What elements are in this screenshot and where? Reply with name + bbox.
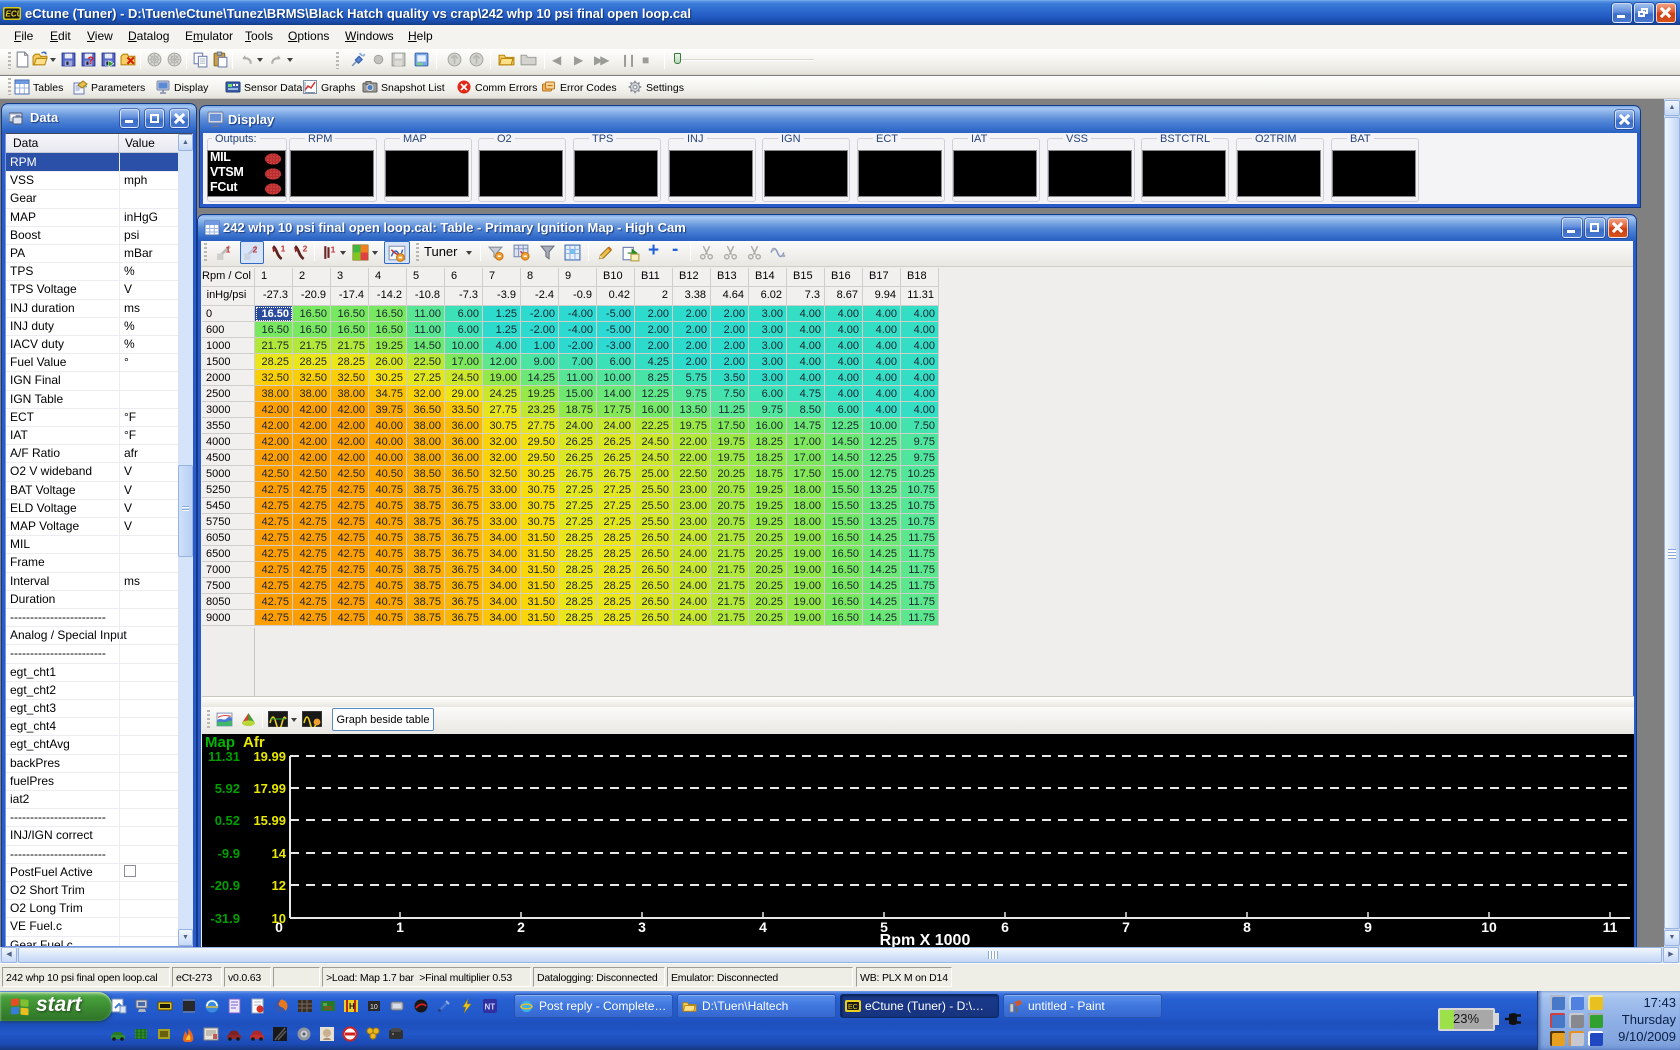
svg-text:4: 4: [759, 919, 767, 935]
svg-text:1: 1: [396, 919, 404, 935]
svg-text:-31.9: -31.9: [210, 911, 240, 926]
svg-text:9: 9: [1364, 919, 1372, 935]
svg-text:7: 7: [1122, 919, 1130, 935]
svg-text:NT: NT: [485, 1003, 496, 1012]
svg-text:300: 300: [324, 1006, 333, 1012]
svg-text:-20.9: -20.9: [210, 878, 240, 893]
svg-text:5.92: 5.92: [215, 781, 240, 796]
svg-text:1: 1: [331, 245, 336, 255]
svg-text:2: 2: [303, 244, 308, 253]
svg-text:3: 3: [638, 919, 646, 935]
svg-text:14: 14: [272, 846, 287, 861]
svg-text:0.52: 0.52: [215, 813, 240, 828]
svg-text:12: 12: [272, 878, 286, 893]
svg-text:-9.9: -9.9: [218, 846, 240, 861]
svg-text:19.99: 19.99: [253, 749, 286, 764]
svg-text:15.99: 15.99: [253, 813, 286, 828]
svg-text:?: ?: [87, 55, 93, 67]
svg-text:8: 8: [1243, 919, 1251, 935]
svg-text:17.99: 17.99: [253, 781, 286, 796]
svg-text:H: H: [349, 1002, 355, 1011]
svg-text:1: 1: [226, 245, 231, 255]
svg-text:0: 0: [275, 919, 283, 935]
svg-text:Rpm X 1000: Rpm X 1000: [880, 932, 971, 947]
svg-text:11.31: 11.31: [208, 749, 240, 764]
svg-text:6: 6: [1001, 919, 1009, 935]
svg-text:2: 2: [517, 919, 525, 935]
svg-text:10: 10: [1481, 919, 1497, 935]
svg-text:ECU: ECU: [6, 10, 22, 19]
svg-text:11: 11: [1603, 919, 1618, 935]
svg-text:2: 2: [253, 245, 258, 255]
svg-text:EC: EC: [848, 1004, 858, 1011]
svg-text:1: 1: [281, 244, 286, 253]
svg-text:10: 10: [370, 1004, 378, 1011]
